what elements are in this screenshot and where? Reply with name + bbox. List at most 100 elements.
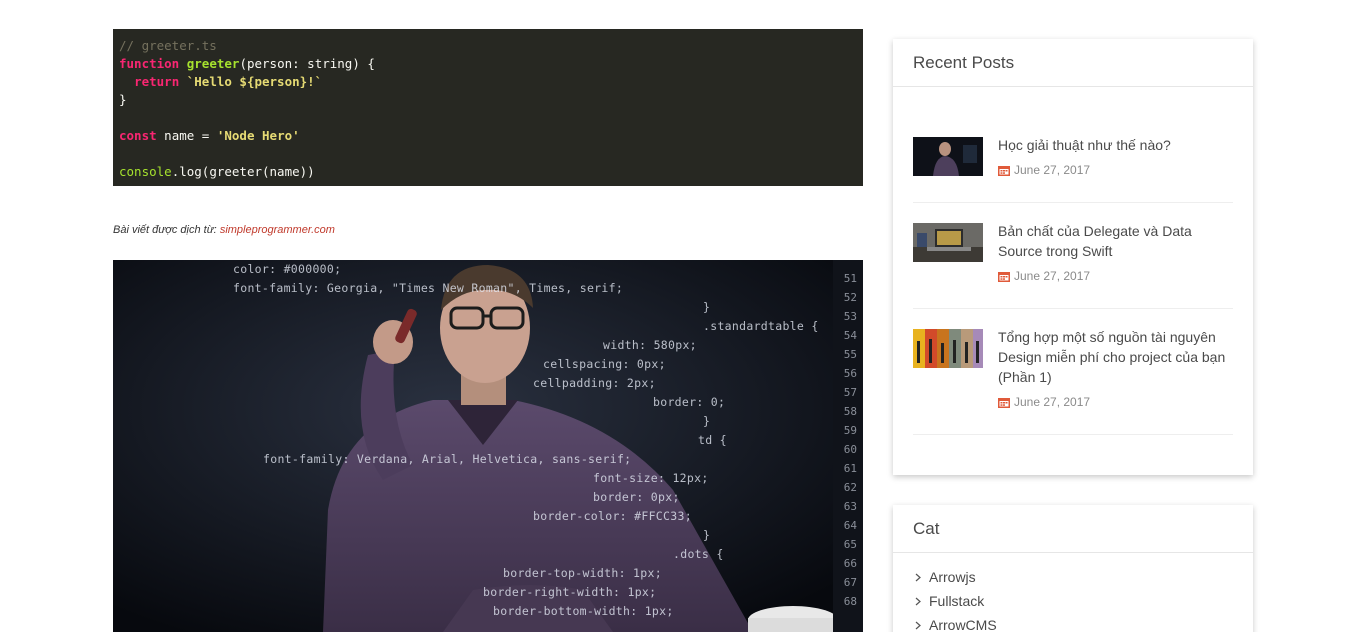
code-snippet: // greeter.ts function greeter(person: st… <box>113 29 863 186</box>
post-title-link[interactable]: Bản chất của Delegate và Data Source tro… <box>998 221 1233 261</box>
chevron-right-icon <box>915 597 921 605</box>
overlay-code-line: cellspacing: 0px; <box>543 357 666 371</box>
category-item-arrowcms[interactable]: ArrowCMS <box>915 613 1253 632</box>
gutter-line-number: 65 <box>843 538 857 551</box>
gutter-line-number: 68 <box>843 595 857 608</box>
overlay-code-line: border-bottom-width: 1px; <box>493 604 674 618</box>
calendar-icon <box>998 271 1010 282</box>
code-line: // greeter.ts <box>119 37 857 55</box>
overlay-code-line: td { <box>698 433 727 447</box>
gutter-line-number: 53 <box>843 310 857 323</box>
code-line: console.log(greeter(name)) <box>119 163 857 181</box>
overlay-code-line: } <box>703 528 711 542</box>
source-link[interactable]: simpleprogrammer.com <box>220 224 335 236</box>
gutter-line-number: 67 <box>843 576 857 589</box>
chevron-right-icon <box>915 573 921 581</box>
category-item-fullstack[interactable]: Fullstack <box>915 589 1253 613</box>
translation-note: Bài viết được dịch từ: simpleprogrammer.… <box>113 224 335 236</box>
overlay-code-line: border: 0; <box>653 395 726 409</box>
code-token: const <box>119 128 157 143</box>
programmer-illustration <box>113 260 863 632</box>
overlay-code-line: border-color: #FFCC33; <box>533 509 692 523</box>
code-token: 'Node Hero' <box>216 128 300 143</box>
overlay-code-line: width: 580px; <box>603 338 697 352</box>
gutter-line-number: 58 <box>843 405 857 418</box>
code-line: const name = 'Node Hero' <box>119 127 857 145</box>
gutter-line-number: 56 <box>843 367 857 380</box>
code-token: // greeter.ts <box>119 38 217 53</box>
category-item-arrowjs[interactable]: Arrowjs <box>915 565 1253 589</box>
line-number-gutter: 51 52 53 54 55 56 57 58 59 60 61 62 63 64 65 66 67 68 <box>833 260 863 632</box>
gutter-line-number: 62 <box>843 481 857 494</box>
recent-post-item[interactable]: Học giải thuật như thế nào? June 27, 201… <box>913 135 1233 203</box>
recent-post-item[interactable]: Bản chất của Delegate và Data Source tro… <box>913 221 1233 309</box>
overlay-code-line: border: 0px; <box>593 490 680 504</box>
calendar-icon <box>998 397 1010 408</box>
recent-posts-widget: Recent Posts Học giải thuật như thế nào?… <box>893 39 1253 475</box>
post-date: June 27, 2017 <box>998 163 1090 177</box>
overlay-code-line: .dots { <box>673 547 724 561</box>
gutter-line-number: 64 <box>843 519 857 532</box>
translation-note-prefix: Bài viết được dịch từ: <box>113 224 220 236</box>
overlay-code-line: } <box>703 414 711 428</box>
overlay-code-line: font-family: Verdana, Arial, Helvetica, … <box>263 452 632 466</box>
categories-title: Cat <box>893 505 1253 553</box>
post-thumbnail[interactable] <box>913 137 983 176</box>
post-title-link[interactable]: Tổng hợp một số nguồn tài nguyên Design … <box>998 327 1233 387</box>
code-token: function <box>119 56 180 71</box>
overlay-code-line: } <box>703 300 711 314</box>
gutter-line-number: 51 <box>843 272 857 285</box>
code-line: function greeter(person: string) { <box>119 55 857 73</box>
gutter-line-number: 59 <box>843 424 857 437</box>
overlay-code-line: .standardtable { <box>703 319 819 333</box>
code-token: console <box>119 164 172 179</box>
post-date: June 27, 2017 <box>998 395 1090 409</box>
article-hero-image: color: #000000; font-family: Georgia, "Ti… <box>113 260 863 632</box>
overlay-code-line: font-family: Georgia, "Times New Roman",… <box>233 281 624 295</box>
gutter-line-number: 63 <box>843 500 857 513</box>
chevron-right-icon <box>915 621 921 629</box>
code-token: .log(greeter(name)) <box>171 164 315 179</box>
post-thumbnail[interactable] <box>913 329 983 368</box>
post-date-text: June 27, 2017 <box>1014 395 1091 409</box>
post-date-text: June 27, 2017 <box>1014 163 1091 177</box>
post-thumbnail[interactable] <box>913 223 983 262</box>
gutter-line-number: 52 <box>843 291 857 304</box>
overlay-code-line: border-right-width: 1px; <box>483 585 657 599</box>
color-pencils-thumb <box>913 329 983 368</box>
categories-widget: Cat Arrowjs Fullstack ArrowCMS <box>893 505 1253 632</box>
code-token: (person: string) { <box>239 56 375 71</box>
category-list: Arrowjs Fullstack ArrowCMS <box>893 553 1253 632</box>
person-at-computer-thumb <box>913 137 983 176</box>
post-title-link[interactable]: Học giải thuật như thế nào? <box>998 135 1233 155</box>
code-token: `Hello ${person}!` <box>186 74 323 89</box>
code-token: name = <box>156 128 217 143</box>
recent-posts-title: Recent Posts <box>893 39 1253 87</box>
category-label[interactable]: Arrowjs <box>929 569 976 585</box>
gutter-line-number: 60 <box>843 443 857 456</box>
gutter-line-number: 54 <box>843 329 857 342</box>
category-label[interactable]: ArrowCMS <box>929 617 997 632</box>
gutter-line-number: 61 <box>843 462 857 475</box>
post-date-text: June 27, 2017 <box>1014 269 1091 283</box>
overlay-code-line: font-size: 12px; <box>593 471 709 485</box>
gutter-line-number: 55 <box>843 348 857 361</box>
recent-post-item[interactable]: Tổng hợp một số nguồn tài nguyên Design … <box>913 327 1233 435</box>
overlay-code-line: border-top-width: 1px; <box>503 566 662 580</box>
laptop-desk-thumb <box>913 223 983 262</box>
overlay-code-line: color: #000000; <box>233 262 342 276</box>
gutter-line-number: 57 <box>843 386 857 399</box>
overlay-code-line: cellpadding: 2px; <box>533 376 656 390</box>
code-token: return <box>134 74 180 89</box>
category-label[interactable]: Fullstack <box>929 593 984 609</box>
post-date: June 27, 2017 <box>998 269 1090 283</box>
calendar-icon <box>998 165 1010 176</box>
code-line: } <box>119 91 857 109</box>
code-token: } <box>119 92 127 107</box>
code-token: greeter <box>186 56 240 71</box>
